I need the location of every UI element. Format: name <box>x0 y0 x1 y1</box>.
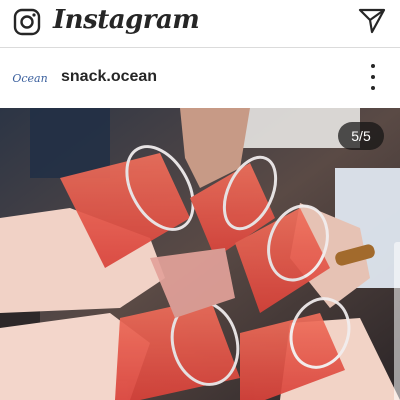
post-photo[interactable] <box>0 108 400 400</box>
carousel-counter-badge: 5/5 <box>338 122 384 150</box>
post-username[interactable]: snack.ocean <box>61 68 157 86</box>
top-app-bar: Instagram <box>0 0 400 48</box>
more-options-icon[interactable] <box>363 64 383 90</box>
avatar[interactable]: Ocean <box>11 59 49 97</box>
camera-icon[interactable] <box>13 8 41 36</box>
instagram-logo: Instagram <box>53 5 200 35</box>
paper-plane-icon[interactable] <box>357 5 387 35</box>
post-header: Ocean snack.ocean <box>0 48 400 106</box>
avatar-logo-text: Ocean <box>12 71 48 85</box>
carousel-edge-indicator <box>394 242 400 400</box>
